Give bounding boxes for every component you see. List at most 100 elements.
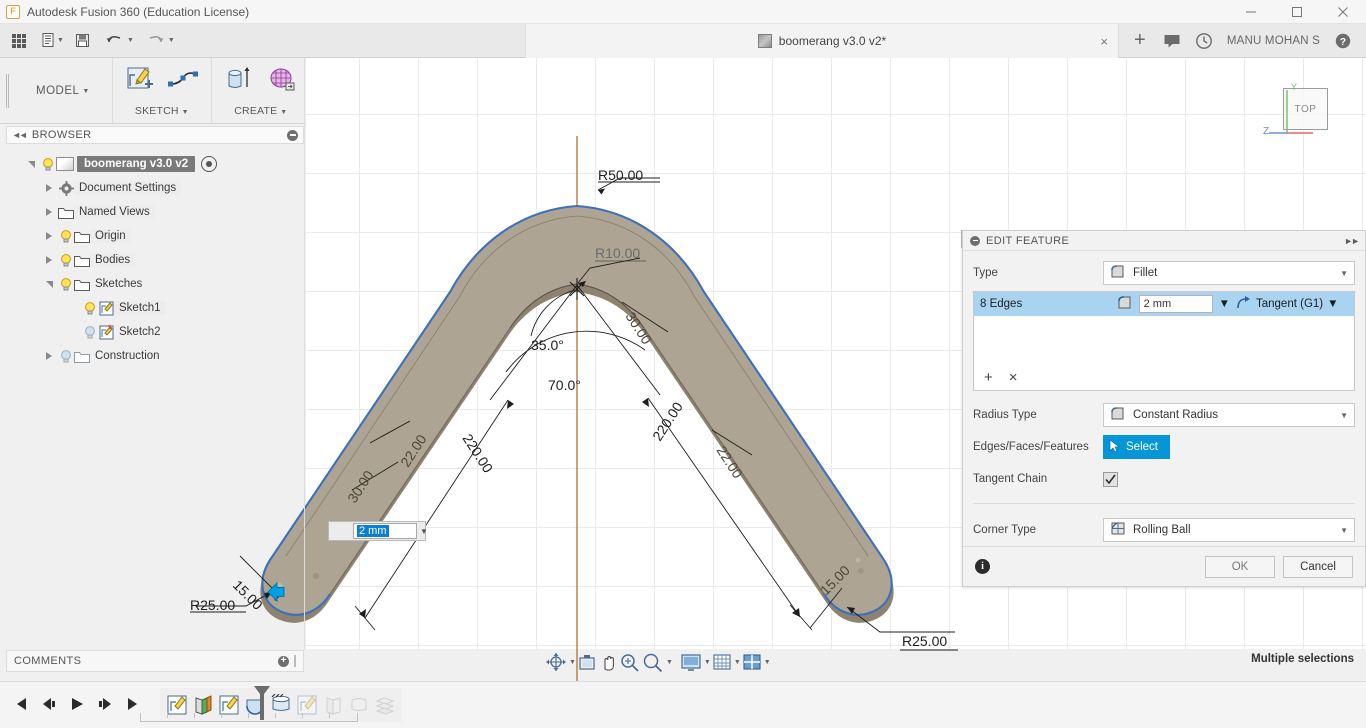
cancel-button[interactable]: Cancel [1283, 556, 1353, 578]
light-bulb-icon[interactable] [58, 252, 74, 268]
view-cube-face[interactable]: TOP [1283, 88, 1328, 130]
tangent-icon [1236, 296, 1252, 313]
pan-icon[interactable] [598, 649, 618, 675]
chevron-down-icon[interactable]: ▼ [704, 659, 711, 666]
add-selection-icon[interactable]: + [984, 370, 993, 385]
chevron-down-icon[interactable]: ▼ [1219, 298, 1230, 310]
edge-count-label: 8 Edges [980, 298, 1111, 310]
select-button-label: Select [1126, 441, 1158, 453]
go-to-end-icon[interactable] [124, 696, 142, 715]
folder-icon [58, 204, 74, 220]
light-bulb-icon[interactable] [58, 228, 74, 244]
continuity-value: Tangent (G1) [1256, 298, 1323, 310]
step-forward-icon[interactable] [96, 696, 114, 715]
dim-220-left-label: 220.00 [459, 431, 496, 476]
chevron-down-icon[interactable]: ▼ [1327, 298, 1338, 310]
select-button[interactable]: Select [1103, 435, 1170, 459]
go-to-beginning-icon[interactable] [12, 696, 30, 715]
tree-item-sketches[interactable]: Sketches [14, 272, 304, 296]
expand-arrow-icon[interactable] [40, 232, 58, 240]
expand-arrow-icon[interactable] [40, 352, 58, 360]
step-back-icon[interactable] [40, 696, 58, 715]
visibility-toggle-icon[interactable] [201, 156, 217, 172]
tree-item-construction[interactable]: Construction [14, 344, 304, 368]
light-bulb-off-icon[interactable] [58, 348, 74, 364]
grid-snaps-icon[interactable]: ▼ [712, 649, 741, 675]
timeline-playback-controls [0, 696, 142, 715]
chevron-down-icon[interactable]: ▼ [764, 659, 771, 666]
dim-angle-35: 35.0° [531, 337, 564, 353]
timeline-track[interactable] [140, 713, 358, 722]
viewports-icon[interactable]: ▼ [742, 649, 771, 675]
chevron-down-icon[interactable]: ▼ [734, 659, 741, 666]
expand-arrow-icon[interactable] [40, 208, 58, 216]
radius-type-row: Radius Type Constant Radius ▼ [973, 401, 1355, 429]
corner-type-dropdown[interactable]: Rolling Ball ▼ [1103, 518, 1355, 542]
tree-item-sketch2[interactable]: Sketch2 [14, 320, 304, 344]
radius-value-popup[interactable]: 2 mm [328, 521, 426, 541]
look-at-icon[interactable] [577, 649, 597, 675]
chevron-down-icon[interactable]: ▼ [1340, 269, 1348, 278]
chevron-down-icon[interactable]: ▼ [1340, 526, 1348, 535]
minimize-panel-icon[interactable] [287, 130, 298, 141]
tree-item-sketch1[interactable]: Sketch1 [14, 296, 304, 320]
remove-selection-icon[interactable]: × [1009, 370, 1018, 385]
edge-list-row[interactable]: 8 Edges 2 mm ▼ Tangent (G1) ▼ [974, 292, 1354, 316]
continuity-dropdown[interactable]: Tangent (G1) ▼ [1236, 296, 1348, 313]
view-cube[interactable]: TOP Y X Z [1283, 88, 1335, 133]
browser-header: ◄◄ BROWSER [6, 126, 304, 144]
tangent-chain-checkbox[interactable] [1103, 472, 1118, 487]
tree-item-origin[interactable]: Origin [14, 224, 304, 248]
expand-arrows-icon[interactable]: ►► [1344, 236, 1358, 246]
tree-item-root[interactable]: boomerang v3.0 v2 [14, 152, 304, 176]
light-bulb-icon[interactable] [40, 156, 56, 172]
dim-r50: R50.00 [598, 167, 643, 183]
tree-item-label: Construction [90, 349, 165, 363]
tree-item-named-views[interactable]: Named Views [14, 200, 304, 224]
radius-value-input[interactable]: 2 mm [353, 523, 417, 539]
collapse-arrows-icon[interactable]: ◄◄ [12, 130, 26, 140]
panel-separator [304, 58, 305, 649]
minimize-dialog-icon[interactable] [970, 236, 980, 246]
chevron-down-icon[interactable]: ▼ [420, 527, 428, 536]
tree-item-bodies[interactable]: Bodies [14, 248, 304, 272]
type-dropdown[interactable]: Fillet ▼ [1103, 261, 1355, 285]
edge-radius-input[interactable]: 2 mm [1139, 295, 1213, 313]
display-settings-icon[interactable]: ▼ [680, 649, 711, 675]
edit-feature-body: Type Fillet ▼ 8 Edges 2 mm ▼ [963, 251, 1365, 544]
edit-feature-footer: i OK Cancel [963, 546, 1365, 586]
ok-button[interactable]: OK [1205, 556, 1275, 578]
play-icon[interactable] [68, 696, 86, 715]
chevron-down-icon[interactable]: ▼ [569, 659, 576, 666]
sketch-icon [98, 300, 114, 316]
info-icon[interactable]: i [975, 559, 990, 574]
folder-icon [74, 348, 90, 364]
expand-arrow-icon[interactable] [40, 256, 58, 264]
timeline-playhead-marker[interactable] [257, 686, 267, 720]
tree-item-label: Sketches [90, 277, 147, 291]
zoom-window-icon[interactable]: ▼ [642, 649, 673, 675]
light-bulb-off-icon[interactable] [82, 324, 98, 340]
dim-r25-left: R25.00 [190, 597, 235, 613]
chevron-down-icon[interactable]: ▼ [666, 659, 673, 666]
dim-angle-70: 70.0° [548, 377, 581, 393]
orbit-icon[interactable]: ▼ [545, 649, 576, 675]
light-bulb-icon[interactable] [58, 276, 74, 292]
type-label: Type [973, 267, 1103, 279]
add-comment-icon[interactable]: + [278, 656, 289, 667]
radius-type-dropdown[interactable]: Constant Radius ▼ [1103, 403, 1355, 427]
comments-label: COMMENTS [14, 655, 81, 667]
expand-arrow-icon[interactable] [40, 281, 58, 288]
timeline-offset-icon[interactable] [374, 694, 396, 716]
light-bulb-icon[interactable] [82, 300, 98, 316]
chevron-down-icon[interactable]: ▼ [1340, 411, 1348, 420]
cursor-icon [1109, 439, 1121, 456]
zoom-icon[interactable] [619, 649, 641, 675]
tree-item-label: Sketch2 [114, 325, 166, 339]
tree-item-document-settings[interactable]: Document Settings [14, 176, 304, 200]
edit-feature-dialog: EDIT FEATURE ►► Type Fillet ▼ 8 Edges [962, 230, 1366, 587]
expand-arrow-icon[interactable] [40, 184, 58, 192]
comments-bar[interactable]: COMMENTS + [6, 650, 304, 672]
rolling-ball-icon [1110, 521, 1126, 539]
expand-arrow-icon[interactable] [22, 161, 40, 168]
